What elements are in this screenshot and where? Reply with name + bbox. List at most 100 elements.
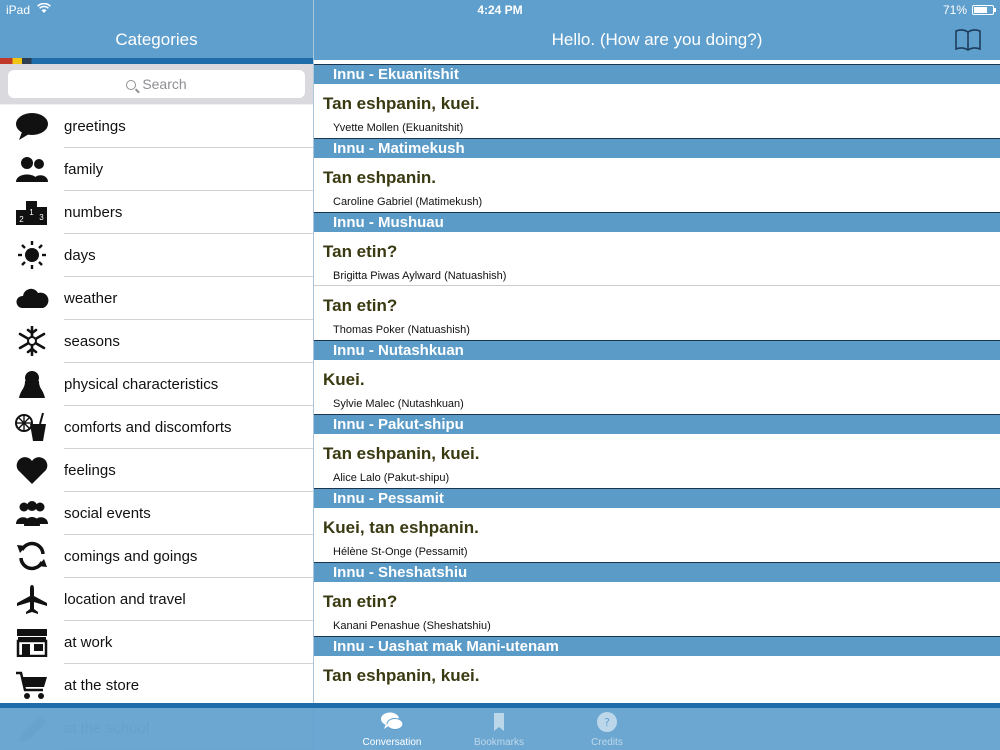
phrase-text: Kuei, tan eshpanin.: [323, 518, 479, 537]
battery-percent: 71%: [942, 3, 967, 17]
category-label: seasons: [64, 333, 120, 350]
category-label: at the store: [64, 677, 140, 694]
tab-conversation[interactable]: Conversation: [352, 711, 432, 748]
svg-text:?: ?: [604, 716, 610, 729]
dialect-header: Innu - Pakut-shipu: [314, 414, 1000, 434]
phrase-row[interactable]: Kuei. Sylvie Malec (Nutashkuan): [314, 360, 1000, 414]
category-item[interactable]: comforts and discomforts: [0, 406, 313, 449]
dialect-header: Innu - Mushuau: [314, 212, 1000, 232]
phrase-row[interactable]: Tan etin? Kanani Penashue (Sheshatshiu): [314, 582, 1000, 636]
store-icon: [14, 626, 50, 658]
category-label: family: [64, 161, 104, 178]
person-silhouette-icon: [14, 368, 50, 400]
category-item[interactable]: physical characteristics: [0, 363, 313, 406]
speaker-name: Brigitta Piwas Aylward (Natuashish): [333, 270, 507, 282]
category-label: feelings: [64, 462, 116, 479]
tab-bar-stripe: [0, 703, 1000, 708]
phrase-text: Tan eshpanin, kuei.: [323, 94, 480, 113]
category-label: at work: [64, 634, 113, 651]
svg-text:3: 3: [39, 213, 44, 222]
search-bar: Search: [0, 64, 313, 104]
status-time: 4:24 PM: [477, 3, 523, 17]
categories-pane: Search greetings family 2 1 3 numbers days weat…: [0, 64, 313, 750]
battery-icon: [972, 5, 996, 15]
phrase-row[interactable]: Tan eshpanin, kuei.: [314, 656, 1000, 710]
sun-icon: [14, 239, 50, 271]
phrase-list: Innu - Ekuanitshit Tan eshpanin, kuei. Yve…: [314, 64, 1000, 750]
snowflake-icon: [14, 325, 50, 357]
dialect-header: Innu - Matimekush: [314, 138, 1000, 158]
tab-conversation-label: Conversation: [362, 737, 422, 748]
numbers-icon: 213: [14, 196, 50, 228]
dialect-header: Innu - Ekuanitshit: [314, 64, 1000, 84]
speaker-name: Yvette Mollen (Ekuanitshit): [333, 122, 464, 134]
category-item[interactable]: days: [0, 234, 313, 277]
category-item[interactable]: location and travel: [0, 578, 313, 621]
svg-text:1: 1: [29, 208, 34, 217]
drink-icon: [14, 411, 50, 443]
phrase-text: Tan etin?: [323, 242, 398, 261]
phrase-row[interactable]: Tan etin? Brigitta Piwas Aylward (Natuash…: [314, 232, 1000, 286]
category-item[interactable]: weather: [0, 277, 313, 320]
category-label: physical characteristics: [64, 376, 219, 393]
category-label: greetings: [64, 118, 126, 135]
category-item[interactable]: feelings: [0, 449, 313, 492]
refresh-icon: [14, 540, 50, 572]
dialect-header: Innu - Pessamit: [314, 488, 1000, 508]
split-divider: [313, 0, 314, 750]
dialect-header: Innu - Nutashkuan: [314, 340, 1000, 360]
heart-icon: [14, 454, 50, 486]
category-list: greetings family 2 1 3 numbers days weather seas…: [0, 105, 313, 750]
phrase-text: Tan eshpanin, kuei.: [323, 666, 480, 685]
dialect-header: Innu - Sheshatshiu: [314, 562, 1000, 582]
phrase-text: Kuei.: [323, 370, 365, 389]
category-item[interactable]: at work: [0, 621, 313, 664]
credits-icon: ?: [597, 712, 617, 732]
tab-bar: Conversation Bookmarks ? Credits: [0, 703, 1000, 750]
category-label: social events: [64, 505, 151, 522]
speaker-name: Hélène St-Onge (Pessamit): [333, 546, 468, 558]
phrase-text: Tan etin?: [323, 296, 398, 315]
phrase-row[interactable]: Kuei, tan eshpanin. Hélène St-Onge (Pessa…: [314, 508, 1000, 562]
search-input[interactable]: Search: [8, 70, 305, 98]
speaker-name: Thomas Poker (Natuashish): [333, 324, 470, 336]
people-icon: [14, 153, 50, 185]
category-item[interactable]: family: [0, 148, 313, 191]
categories-title: Categories: [115, 30, 198, 49]
phrase-text: Tan eshpanin, kuei.: [323, 444, 480, 463]
category-item[interactable]: comings and goings: [0, 535, 313, 578]
category-item[interactable]: social events: [0, 492, 313, 535]
tab-bookmarks-label: Bookmarks: [473, 737, 524, 748]
speech-bubble-icon: [14, 110, 50, 142]
category-item[interactable]: greetings: [0, 105, 313, 148]
phrase-row[interactable]: Tan eshpanin, kuei. Alice Lalo (Pakut-shi…: [314, 434, 1000, 488]
category-item[interactable]: 2 1 3 numbers: [0, 191, 313, 234]
speaker-name: Kanani Penashue (Sheshatshiu): [333, 620, 491, 632]
status-bar: iPad 4:24 PM 71%: [0, 0, 1000, 20]
book-icon[interactable]: [954, 28, 982, 52]
search-placeholder: Search: [142, 76, 187, 92]
category-label: weather: [64, 290, 118, 307]
group-icon: [14, 497, 50, 529]
category-item[interactable]: at the store: [0, 664, 313, 707]
phrase-row[interactable]: Tan eshpanin. Caroline Gabriel (Matimekus…: [314, 158, 1000, 212]
conversation-icon: [381, 712, 404, 730]
category-label: comforts and discomforts: [64, 419, 232, 436]
speaker-name: Caroline Gabriel (Matimekush): [333, 196, 483, 208]
tab-credits-label: Credits: [591, 737, 623, 748]
category-item[interactable]: seasons: [0, 320, 313, 363]
speaker-name: Alice Lalo (Pakut-shipu): [333, 472, 450, 484]
tab-bookmarks[interactable]: Bookmarks: [459, 711, 539, 748]
category-label: numbers: [64, 204, 123, 221]
cart-icon: [14, 669, 50, 701]
phrase-text: Tan eshpanin.: [323, 168, 437, 187]
airplane-icon: [14, 583, 50, 615]
phrase-title: Hello. (How are you doing?): [551, 30, 763, 49]
dialect-header: Innu - Uashat mak Mani-utenam: [314, 636, 1000, 656]
cloud-icon: [14, 282, 50, 314]
phrase-row[interactable]: Tan etin? Thomas Poker (Natuashish): [314, 286, 1000, 340]
svg-text:2: 2: [19, 215, 24, 224]
tab-credits[interactable]: ? Credits: [567, 711, 647, 748]
category-label: location and travel: [64, 591, 186, 608]
phrase-row[interactable]: Tan eshpanin, kuei. Yvette Mollen (Ekuani…: [314, 84, 1000, 138]
